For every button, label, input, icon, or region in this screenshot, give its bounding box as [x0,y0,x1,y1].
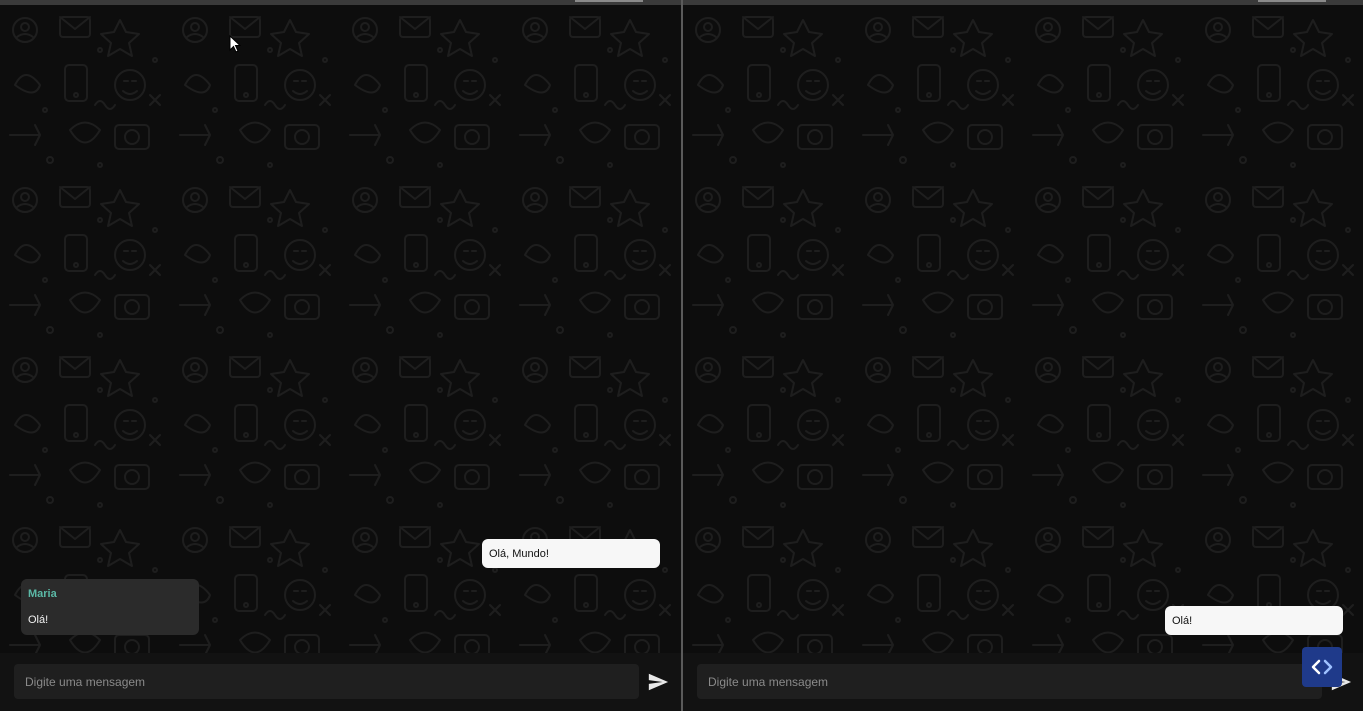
outgoing-message-bubble: Olá! [1165,606,1343,635]
app-root: Olá, Mundo! Maria Olá! Digite uma mensag… [0,0,1363,711]
chat-pane-right: Olá! [683,0,1363,711]
mouse-cursor-icon [229,35,241,53]
incoming-message-bubble: Maria Olá! [21,579,199,635]
sender-name: Maria [28,588,57,600]
message-list[interactable]: Olá! [683,5,1363,653]
message-input[interactable] [14,664,639,699]
code-widget-button[interactable] [1302,647,1342,687]
send-button[interactable] [647,671,669,693]
tab-hint [1258,0,1326,2]
message-input[interactable] [697,664,1322,699]
message-text: Olá, Mundo! [489,548,549,560]
tab-hint [575,0,643,2]
chat-pane-left: Olá, Mundo! Maria Olá! [0,0,681,711]
send-icon [648,673,669,691]
message-input-bar [683,653,1363,711]
outgoing-message-bubble: Olá, Mundo! [482,539,660,568]
message-input-bar [0,653,681,711]
message-text: Olá! [1172,615,1193,627]
message-text: Olá! [28,614,49,626]
message-list[interactable]: Olá, Mundo! Maria Olá! [0,5,681,653]
code-icon [1311,659,1333,675]
